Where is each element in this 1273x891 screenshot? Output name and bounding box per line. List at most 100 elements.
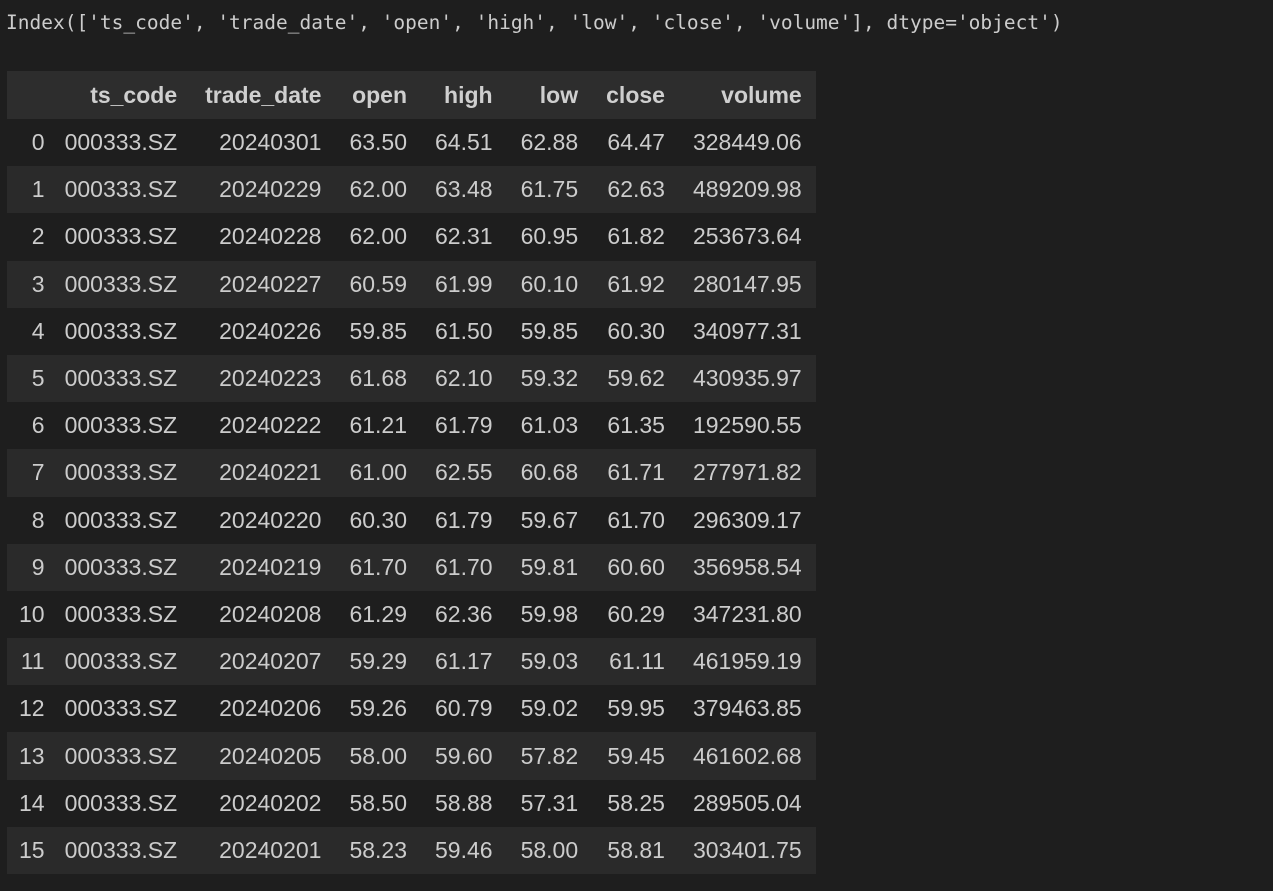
cell-low: 59.81 [520,553,579,580]
table-row: 3 000333.SZ 20240227 60.59 61.99 60.10 61.92 28… [7,260,816,308]
column-header-trade-date: trade_date [191,71,336,119]
cell-low: 60.95 [520,223,579,250]
cell-high: 61.99 [435,270,493,297]
cell-high: 58.88 [435,789,493,816]
table-row: 5 000333.SZ 20240223 61.68 62.10 59.32 59.62 43… [7,354,816,403]
cell-volume: 192590.55 [692,412,802,439]
column-header-open: open [335,71,422,119]
cell-volume: 461602.68 [692,742,802,769]
table-row: 8 000333.SZ 20240220 60.30 61.79 59.67 61.70 29… [7,496,816,544]
row-index: 12 [19,695,45,722]
row-index: 7 [31,459,45,486]
cell-close: 61.71 [607,459,665,486]
row-index: 9 [31,553,45,580]
cell-low: 59.32 [520,365,579,392]
column-header-low: low [506,71,593,119]
table-row: 11 000333.SZ 20240207 59.29 61.17 59.03 61.11 4… [7,638,816,686]
cell-close: 64.47 [607,129,665,156]
table-row: 4 000333.SZ 20240226 59.85 61.50 59.85 60.30 34… [7,307,816,355]
cell-trade-date: 20240222 [219,412,322,439]
row-index: 3 [31,270,45,297]
cell-trade-date: 20240223 [219,365,322,392]
cell-close: 61.35 [607,412,665,439]
cell-close: 59.62 [607,365,665,392]
cell-low: 60.10 [520,270,579,297]
cell-close: 62.63 [607,176,665,203]
row-index: 2 [31,223,45,250]
cell-high: 60.79 [435,695,493,722]
cell-open: 60.59 [349,270,408,297]
table-row: 6 000333.SZ 20240222 61.21 61.79 61.03 61.35 19… [7,402,816,450]
cell-low: 59.85 [520,317,579,344]
cell-low: 62.88 [520,129,579,156]
cell-ts-code: 000333.SZ [64,742,178,769]
row-index: 5 [31,365,45,392]
cell-low: 57.31 [520,789,579,816]
cell-trade-date: 20240208 [219,600,322,627]
cell-low: 60.68 [520,459,579,486]
table-row: 15 000333.SZ 20240201 58.23 59.46 58.00 58.81 3… [7,826,816,874]
cell-trade-date: 20240207 [219,648,322,675]
header-row: ts_code trade_date open high low close v… [7,71,816,119]
cell-low: 59.67 [520,506,579,533]
cell-ts-code: 000333.SZ [64,459,178,486]
cell-volume: 280147.95 [692,270,802,297]
cell-high: 64.51 [435,129,493,156]
cell-ts-code: 000333.SZ [64,648,178,675]
row-index: 10 [19,600,45,627]
cell-volume: 461959.19 [692,648,802,675]
cell-open: 59.29 [349,648,408,675]
cell-open: 59.85 [349,317,408,344]
table-row: 1 000333.SZ 20240229 62.00 63.48 61.75 62.63 48… [7,166,816,214]
cell-close: 59.45 [607,742,665,769]
cell-high: 61.79 [435,412,493,439]
cell-ts-code: 000333.SZ [64,553,178,580]
cell-trade-date: 20240229 [219,176,322,203]
cell-volume: 356958.54 [692,553,802,580]
cell-close: 60.30 [607,317,665,344]
cell-high: 62.36 [435,600,493,627]
table-row: 13 000333.SZ 20240205 58.00 59.60 57.82 59.45 4… [7,732,816,780]
cell-open: 61.00 [349,459,408,486]
cell-volume: 328449.06 [692,129,802,156]
cell-volume: 379463.85 [692,695,802,722]
column-header-volume: volume [678,71,816,119]
cell-trade-date: 20240219 [219,553,322,580]
cell-ts-code: 000333.SZ [64,600,178,627]
cell-open: 62.00 [349,223,408,250]
cell-ts-code: 000333.SZ [64,176,178,203]
cell-volume: 340977.31 [692,317,802,344]
row-index: 1 [31,176,45,203]
table-row: 10 000333.SZ 20240208 61.29 62.36 59.98 60.29 3… [7,590,816,639]
row-index: 14 [19,789,45,816]
table-row: 7 000333.SZ 20240221 61.00 62.55 60.68 61.71 27… [7,449,816,497]
column-header-high: high [421,71,507,119]
cell-high: 61.17 [435,648,493,675]
table-header: ts_code trade_date open high low close v… [7,71,816,119]
table-row: 12 000333.SZ 20240206 59.26 60.79 59.02 59.95 3… [7,685,816,733]
cell-volume: 277971.82 [692,459,802,486]
cell-close: 61.11 [609,648,665,675]
cell-trade-date: 20240205 [219,742,322,769]
cell-close: 58.81 [607,836,665,863]
cell-open: 59.26 [349,695,408,722]
cell-open: 61.70 [349,553,408,580]
cell-high: 59.60 [435,742,493,769]
row-index: 15 [19,836,45,863]
cell-open: 61.68 [349,365,408,392]
cell-open: 63.50 [349,129,408,156]
row-index: 0 [31,129,45,156]
cell-volume: 253673.64 [692,223,802,250]
cell-high: 61.70 [435,553,493,580]
cell-low: 59.02 [520,695,579,722]
cell-high: 61.50 [435,317,493,344]
cell-ts-code: 000333.SZ [64,695,178,722]
cell-volume: 347231.80 [692,600,802,627]
cell-close: 58.25 [607,789,665,816]
cell-high: 62.55 [435,459,493,486]
cell-volume: 430935.97 [692,365,802,392]
cell-trade-date: 20240301 [219,129,322,156]
cell-close: 59.95 [607,695,665,722]
row-index: 11 [20,648,45,675]
cell-volume: 296309.17 [692,506,802,533]
